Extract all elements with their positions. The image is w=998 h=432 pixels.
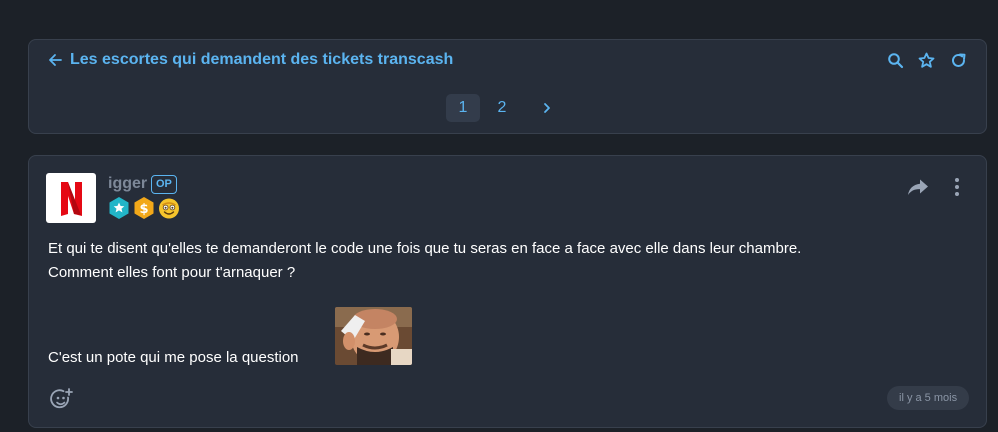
smiley-badge-icon <box>159 198 179 219</box>
topic-title[interactable]: Les escortes qui demandent des tickets t… <box>70 51 453 69</box>
more-vertical-icon[interactable] <box>948 176 966 198</box>
page-1-button[interactable]: 1 <box>446 94 480 122</box>
search-icon[interactable] <box>887 52 904 69</box>
chevron-right-icon <box>544 103 550 113</box>
post-timestamp[interactable]: il y a 5 mois <box>887 386 970 410</box>
share-icon[interactable] <box>907 178 929 196</box>
pagination: 1 2 <box>29 94 986 122</box>
arrow-left-icon[interactable] <box>48 53 62 67</box>
star-icon[interactable] <box>918 52 935 69</box>
laughing-man-sticker-icon <box>335 307 412 365</box>
page-2-button[interactable]: 2 <box>485 94 519 122</box>
post-line-1: Et qui te disent qu'elles te demanderont… <box>48 240 802 257</box>
post-line-3: C'est un pote qui me pose la question <box>48 349 299 366</box>
add-reaction-icon[interactable] <box>50 388 73 411</box>
post-card: igger OP $ Et qui te disent qu'elles te … <box>28 155 987 428</box>
svg-text:$: $ <box>139 202 148 217</box>
dollar-coin-badge-icon: $ <box>134 197 154 219</box>
sticker-image <box>335 307 412 365</box>
author-username[interactable]: igger <box>108 175 147 193</box>
netflix-logo-icon <box>61 182 82 216</box>
star-hexagon-badge-icon <box>109 197 129 219</box>
avatar[interactable] <box>46 173 96 223</box>
post-line-2: Comment elles font pour t'arnaquer ? <box>48 264 296 281</box>
op-badge: OP <box>151 175 177 194</box>
refresh-icon[interactable] <box>950 52 967 69</box>
topic-header-card: Les escortes qui demandent des tickets t… <box>28 39 987 134</box>
next-page-button[interactable] <box>532 94 562 122</box>
